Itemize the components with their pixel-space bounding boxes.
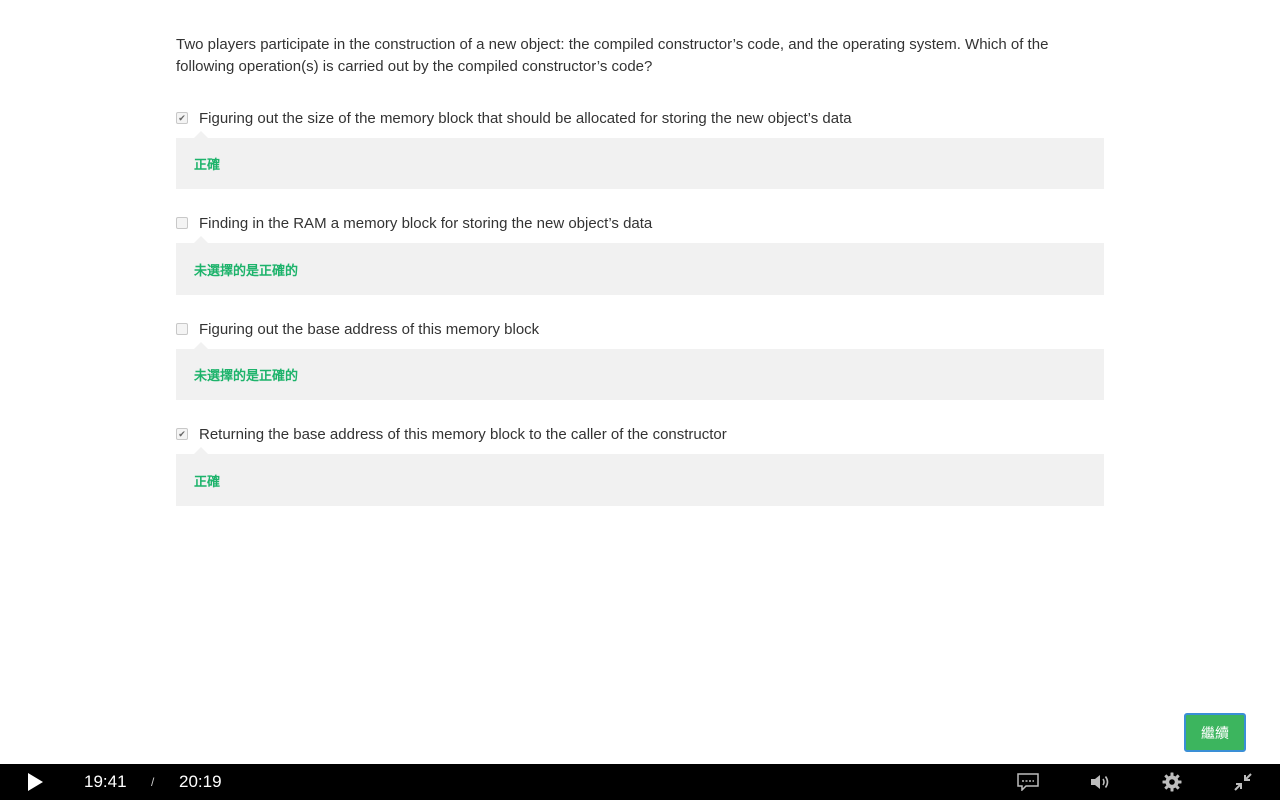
continue-button[interactable]: 繼續 — [1184, 713, 1246, 752]
option-1-label: Figuring out the size of the memory bloc… — [199, 109, 852, 127]
option-3-checkbox[interactable] — [176, 323, 188, 335]
answer-option-2[interactable]: Finding in the RAM a memory block for st… — [176, 212, 1104, 295]
total-time: 20:19 — [179, 772, 222, 791]
settings-gear-icon — [1162, 772, 1182, 792]
exit-fullscreen-button[interactable] — [1231, 770, 1255, 794]
option-4-label: Returning the base address of this memor… — [199, 425, 727, 443]
option-2-feedback: 未選擇的是正確的 — [176, 236, 1104, 295]
current-time: 19:41 — [84, 772, 127, 791]
play-icon — [28, 773, 43, 791]
time-separator: / — [151, 775, 155, 789]
volume-icon — [1091, 775, 1109, 789]
option-2-checkbox[interactable] — [176, 217, 188, 229]
play-button[interactable] — [22, 769, 48, 795]
exit-fullscreen-icon — [1234, 773, 1252, 791]
quiz-panel: Two players participate in the construct… — [176, 34, 1104, 506]
question-text: Two players participate in the construct… — [176, 36, 1049, 75]
option-1-checkbox[interactable]: ✔ — [176, 112, 188, 124]
option-3-feedback: 未選擇的是正確的 — [176, 342, 1104, 400]
captions-icon — [1017, 773, 1039, 791]
option-2-label: Finding in the RAM a memory block for st… — [199, 214, 653, 232]
answer-option-1[interactable]: ✔ Figuring out the size of the memory bl… — [176, 107, 1104, 189]
option-4-checkbox[interactable]: ✔ — [176, 428, 188, 440]
answer-option-3[interactable]: Figuring out the base address of this me… — [176, 318, 1104, 400]
answer-option-4[interactable]: ✔ Returning the base address of this mem… — [176, 423, 1104, 506]
quiz-page: Two players participate in the construct… — [0, 0, 1280, 800]
option-4-feedback: 正確 — [176, 447, 1104, 506]
captions-button[interactable] — [1015, 770, 1041, 794]
settings-button[interactable] — [1160, 770, 1184, 794]
option-3-label: Figuring out the base address of this me… — [199, 320, 540, 338]
volume-button[interactable] — [1088, 770, 1112, 794]
option-1-feedback: 正確 — [176, 131, 1104, 189]
video-control-bar: 19:41 / 20:19 — [0, 764, 1280, 800]
